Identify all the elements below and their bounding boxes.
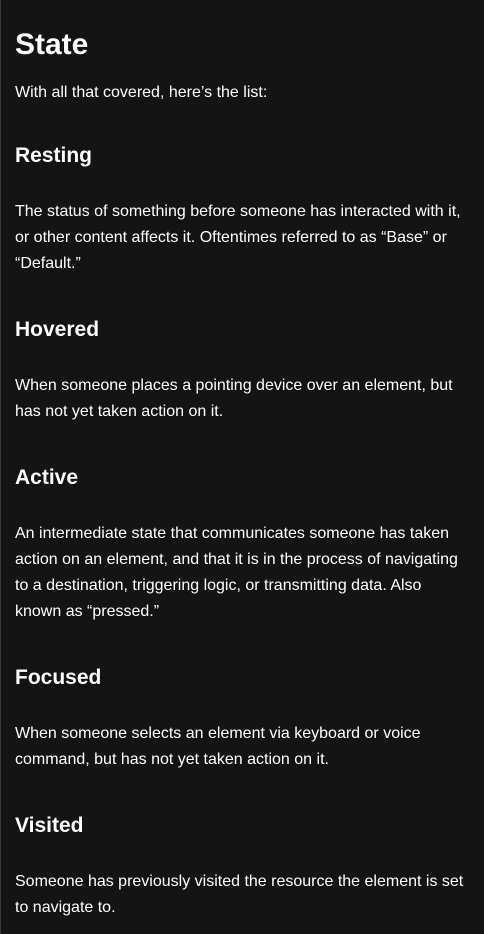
section-visited: Visited Someone has previously visited t… bbox=[15, 813, 470, 921]
section-heading-focused: Focused bbox=[15, 666, 102, 689]
page-title: State bbox=[15, 28, 89, 61]
section-body-active: An intermediate state that communicates … bbox=[15, 525, 458, 620]
section-heading-active: Active bbox=[15, 466, 79, 489]
section-resting: Resting The status of something before s… bbox=[15, 143, 470, 277]
section-body-focused: When someone selects an element via keyb… bbox=[15, 725, 421, 768]
section-focused: Focused When someone selects an element … bbox=[15, 665, 470, 773]
section-heading-resting: Resting bbox=[15, 144, 93, 167]
section-body-resting: The status of something before someone h… bbox=[15, 203, 461, 272]
article-content: State With all that covered, here’s the … bbox=[1, 0, 484, 921]
section-heading-visited: Visited bbox=[15, 814, 84, 837]
section-body-visited: Someone has previously visited the resou… bbox=[15, 873, 464, 916]
section-heading-hovered: Hovered bbox=[15, 318, 100, 341]
section-hovered: Hovered When someone places a pointing d… bbox=[15, 317, 470, 425]
section-active: Active An intermediate state that commun… bbox=[15, 465, 470, 625]
section-body-hovered: When someone places a pointing device ov… bbox=[15, 377, 453, 420]
intro-paragraph: With all that covered, here’s the list: bbox=[15, 84, 268, 101]
